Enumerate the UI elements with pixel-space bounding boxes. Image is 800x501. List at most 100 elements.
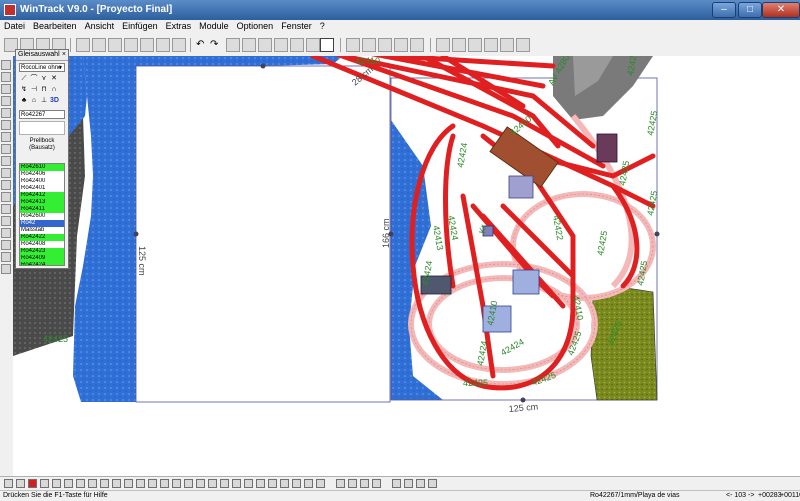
track-list-item[interactable]: Ro42600 — [20, 213, 64, 220]
layer-button[interactable] — [268, 479, 277, 488]
layer-button[interactable] — [52, 479, 61, 488]
close-button[interactable]: ✕ — [762, 2, 800, 18]
undo-icon[interactable]: ↶ — [196, 39, 204, 51]
tool-hatch-icon[interactable] — [1, 264, 11, 274]
tool-road-icon[interactable] — [1, 180, 11, 190]
pointer-tool-button[interactable] — [320, 38, 334, 52]
layer-button[interactable] — [88, 479, 97, 488]
layer-button[interactable] — [280, 479, 289, 488]
menu-einfuegen[interactable]: Einfügen — [118, 20, 162, 32]
menu-optionen[interactable]: Optionen — [233, 20, 278, 32]
layer-button[interactable] — [124, 479, 133, 488]
track-list-item[interactable]: Ro42409 — [20, 255, 64, 262]
tool-bridge-icon[interactable] — [1, 120, 11, 130]
house-icon[interactable]: ⌂ — [30, 97, 38, 105]
bridge-icon[interactable]: ⊓ — [40, 86, 48, 94]
dimension-handle[interactable] — [133, 231, 139, 237]
layer-button[interactable] — [292, 479, 301, 488]
panel-close-icon[interactable]: × — [62, 51, 66, 59]
cut-button[interactable] — [76, 38, 90, 52]
layer-button[interactable] — [64, 479, 73, 488]
dimension-handle[interactable] — [260, 63, 266, 69]
menu-extras[interactable]: Extras — [162, 20, 196, 32]
dimension-handle[interactable] — [388, 231, 394, 237]
tool-tunnel-icon[interactable] — [1, 132, 11, 142]
edit-button[interactable] — [226, 38, 240, 52]
buffer-stop-icon[interactable]: ⊣ — [30, 86, 38, 94]
track-list-item[interactable]: Ro42401 — [20, 185, 64, 192]
tool-curve-icon[interactable] — [1, 72, 11, 82]
layer-button[interactable] — [124, 38, 138, 52]
dimension-handle[interactable] — [520, 397, 526, 403]
track-code-field[interactable]: Ro42267 — [19, 110, 65, 119]
tool-switch-icon[interactable] — [1, 96, 11, 106]
tool-flex-icon[interactable] — [1, 84, 11, 94]
layer-button[interactable] — [196, 479, 205, 488]
help-context-button[interactable] — [516, 38, 530, 52]
track-list[interactable]: Ro42610 Ro42406 Ro42400 Ro42401 Ro42412 Ro424… — [19, 163, 65, 266]
track-list-item[interactable]: Ro42400 — [20, 178, 64, 185]
zoom-fit-button[interactable] — [378, 38, 392, 52]
maximize-button[interactable]: □ — [738, 2, 762, 18]
track-list-item[interactable]: Ro42408 — [20, 241, 64, 248]
curve-track-icon[interactable]: ⌒ — [30, 75, 38, 83]
track-green-button[interactable] — [140, 38, 154, 52]
view3d-button[interactable] — [484, 38, 498, 52]
track-list-item[interactable]: Ro42610 — [20, 164, 64, 171]
zoom-in-button[interactable] — [346, 38, 360, 52]
align-button[interactable] — [274, 38, 288, 52]
tool-tree-icon[interactable] — [1, 168, 11, 178]
flip-button[interactable] — [258, 38, 272, 52]
select-button[interactable] — [306, 38, 320, 52]
track-plan-drawing[interactable]: 42410 42424 42425 42425 42425 42424 4241… — [13, 56, 800, 476]
tunnel-icon[interactable]: ∩ — [50, 86, 58, 94]
layer-button[interactable] — [360, 479, 369, 488]
layer-button[interactable] — [244, 479, 253, 488]
track-list-item[interactable]: Ro42 — [20, 220, 64, 227]
redo-icon[interactable]: ↷ — [210, 39, 218, 51]
menu-datei[interactable]: Datei — [0, 20, 29, 32]
module-button[interactable] — [468, 38, 482, 52]
layer-button[interactable] — [208, 479, 217, 488]
zoom-window-button[interactable] — [394, 38, 408, 52]
rotate-button[interactable] — [242, 38, 256, 52]
track-list-item[interactable]: Ro42411 — [20, 206, 64, 213]
layer-button[interactable] — [16, 479, 25, 488]
track-list-item[interactable]: Ro42412 — [20, 192, 64, 199]
layer-button[interactable] — [416, 479, 425, 488]
cross-track-icon[interactable]: ✕ — [50, 75, 58, 83]
menu-ansicht[interactable]: Ansicht — [81, 20, 119, 32]
tool-house-icon[interactable] — [1, 156, 11, 166]
flex-track-icon[interactable]: ↯ — [20, 86, 28, 94]
layer-button[interactable] — [372, 479, 381, 488]
layer-button[interactable] — [316, 479, 325, 488]
dimension-handle[interactable] — [654, 231, 660, 237]
track-list-item[interactable]: Maßstab — [20, 227, 64, 234]
layer-button[interactable] — [100, 479, 109, 488]
switch-track-icon[interactable]: ⋎ — [40, 75, 48, 83]
track-blue-button[interactable] — [156, 38, 170, 52]
menu-fenster[interactable]: Fenster — [277, 20, 316, 32]
tool-grass-icon[interactable] — [1, 204, 11, 214]
track-list-item[interactable]: Ro42423 — [20, 248, 64, 255]
tool-straight-icon[interactable] — [1, 60, 11, 70]
tool-cross-icon[interactable] — [1, 108, 11, 118]
scenery-button[interactable] — [172, 38, 186, 52]
layer-button[interactable] — [392, 479, 401, 488]
layer-button[interactable] — [76, 479, 85, 488]
layer-button[interactable] — [232, 479, 241, 488]
layer-button[interactable] — [148, 479, 157, 488]
layer-button[interactable] — [160, 479, 169, 488]
track-list-item[interactable]: Ro42422 — [20, 234, 64, 241]
pan-button[interactable] — [410, 38, 424, 52]
track-system-select[interactable]: RocoLine ohne ▼ — [19, 63, 65, 72]
track-list-item[interactable]: Ro42413 — [20, 199, 64, 206]
view-3d-icon[interactable]: 3D — [50, 97, 59, 105]
layer-button[interactable] — [304, 479, 313, 488]
tool-rect-icon[interactable] — [1, 240, 11, 250]
tool-water-icon[interactable] — [1, 192, 11, 202]
minimize-button[interactable]: – — [712, 2, 736, 18]
zoom-out-button[interactable] — [362, 38, 376, 52]
layout-canvas[interactable]: 42410 42424 42425 42425 42425 42424 4241… — [13, 56, 800, 476]
menu-bearbeiten[interactable]: Bearbeiten — [29, 20, 81, 32]
